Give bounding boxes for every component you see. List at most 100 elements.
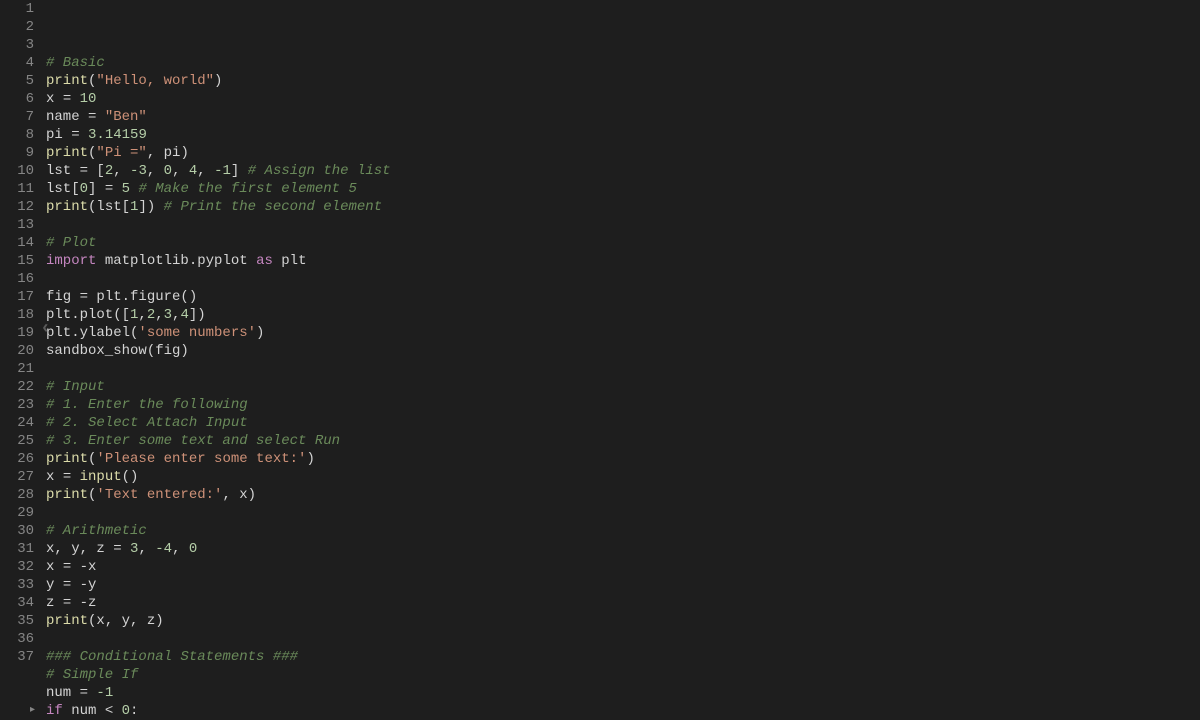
code-line[interactable]: import matplotlib.pyplot as plt <box>46 252 1200 270</box>
code-line[interactable]: plt.plot([1,2,3,4]) <box>46 306 1200 324</box>
code-token: pi <box>46 127 71 143</box>
code-token: [ <box>88 163 105 179</box>
line-number: 37 <box>0 648 34 666</box>
code-line[interactable]: lst = [2, -3, 0, 4, -1] # Assign the lis… <box>46 162 1200 180</box>
code-token: print <box>46 199 88 215</box>
code-line[interactable]: # 2. Select Attach Input <box>46 414 1200 432</box>
code-line[interactable]: # Input <box>46 378 1200 396</box>
code-token: 'Text entered:' <box>96 487 222 503</box>
code-line[interactable] <box>46 360 1200 378</box>
code-token: = <box>113 541 121 557</box>
line-number: 24 <box>0 414 34 432</box>
code-line[interactable]: print(x, y, z) <box>46 612 1200 630</box>
code-line[interactable]: # Arithmetic <box>46 522 1200 540</box>
code-token <box>71 469 79 485</box>
code-line[interactable]: x, y, z = 3, -4, 0 <box>46 540 1200 558</box>
code-token: 3.14159 <box>88 127 147 143</box>
code-line[interactable]: pi = 3.14159 <box>46 126 1200 144</box>
code-token: x <box>46 91 63 107</box>
code-line[interactable] <box>46 504 1200 522</box>
code-editor[interactable]: 1234567891011121314151617181920212223242… <box>0 0 1200 671</box>
code-line[interactable]: name = "Ben" <box>46 108 1200 126</box>
line-number: 7 <box>0 108 34 126</box>
code-token: fig <box>46 289 80 305</box>
code-token: if <box>46 703 63 719</box>
code-line[interactable]: print("Pi =", pi) <box>46 144 1200 162</box>
code-line[interactable]: print('Text entered:', x) <box>46 486 1200 504</box>
code-token: # Print the second element <box>164 199 382 215</box>
code-token: 5 <box>122 181 130 197</box>
code-line[interactable]: x = input() <box>46 468 1200 486</box>
code-line[interactable]: # 3. Enter some text and select Run <box>46 432 1200 450</box>
code-token: matplotlib.pyplot <box>96 253 256 269</box>
code-line[interactable]: y = -y <box>46 576 1200 594</box>
code-line[interactable]: # Basic <box>46 54 1200 72</box>
code-token: lst <box>46 163 80 179</box>
code-token: x <box>46 559 63 575</box>
code-line[interactable]: print('Please enter some text:') <box>46 450 1200 468</box>
code-token: 0 <box>80 181 88 197</box>
line-number: 29 <box>0 504 34 522</box>
line-number: 19 <box>0 324 34 342</box>
line-number: 16 <box>0 270 34 288</box>
code-line[interactable]: fig = plt.figure() <box>46 288 1200 306</box>
code-token: z <box>46 595 63 611</box>
code-line[interactable]: plt.ylabel('some numbers') <box>46 324 1200 342</box>
code-line[interactable]: sandbox_show(fig) <box>46 342 1200 360</box>
code-line[interactable]: # Plot <box>46 234 1200 252</box>
code-line[interactable]: num = -1 <box>46 684 1200 702</box>
code-token: import <box>46 253 96 269</box>
code-line[interactable]: # 1. Enter the following <box>46 396 1200 414</box>
code-line[interactable]: ▸if num < 0: <box>46 702 1200 720</box>
line-number: 15 <box>0 252 34 270</box>
code-token <box>80 127 88 143</box>
line-number: 1 <box>0 0 34 18</box>
code-line[interactable] <box>46 630 1200 648</box>
code-line[interactable] <box>46 216 1200 234</box>
code-token: print <box>46 73 88 89</box>
code-token <box>88 685 96 701</box>
code-line[interactable]: print(lst[1]) # Print the second element <box>46 198 1200 216</box>
code-token: ) <box>256 325 264 341</box>
code-line[interactable]: lst[0] = 5 # Make the first element 5 <box>46 180 1200 198</box>
line-number: 5 <box>0 72 34 90</box>
code-token: = <box>63 577 71 593</box>
code-line[interactable]: x = -x <box>46 558 1200 576</box>
code-token: # 3. Enter some text and select Run <box>46 433 340 449</box>
code-line[interactable]: # Simple If <box>46 666 1200 684</box>
code-line[interactable]: x = 10 <box>46 90 1200 108</box>
code-token: = <box>63 559 71 575</box>
code-token: x, y, z <box>46 541 113 557</box>
code-area[interactable]: ‹ # Basicprint("Hello, world")x = 10name… <box>42 0 1200 671</box>
code-token: 'Please enter some text:' <box>96 451 306 467</box>
code-token: , <box>197 163 214 179</box>
fold-caret-icon[interactable]: ▸ <box>30 702 35 720</box>
line-number: 23 <box>0 396 34 414</box>
line-number: 25 <box>0 432 34 450</box>
code-token: -1 <box>214 163 231 179</box>
code-token: num <box>46 685 80 701</box>
code-token: ]) <box>189 307 206 323</box>
code-token: = <box>80 289 88 305</box>
code-token: () <box>122 469 139 485</box>
code-token <box>71 91 79 107</box>
code-token: , <box>172 163 189 179</box>
code-token: 0 <box>189 541 197 557</box>
line-number: 35 <box>0 612 34 630</box>
fold-chevron-icon[interactable]: ‹ <box>40 320 51 338</box>
code-token: -y <box>71 577 96 593</box>
code-token: = <box>71 127 79 143</box>
code-line[interactable] <box>46 270 1200 288</box>
line-number: 36 <box>0 630 34 648</box>
code-token: 10 <box>80 91 97 107</box>
code-token: (lst[ <box>88 199 130 215</box>
code-line[interactable]: ### Conditional Statements ### <box>46 648 1200 666</box>
code-token: 0 <box>122 703 130 719</box>
code-line[interactable]: z = -z <box>46 594 1200 612</box>
code-line[interactable]: print("Hello, world") <box>46 72 1200 90</box>
line-number: 4 <box>0 54 34 72</box>
code-token: "Pi =" <box>96 145 146 161</box>
code-token: ### Conditional Statements ### <box>46 649 298 665</box>
line-number: 27 <box>0 468 34 486</box>
code-token: , x) <box>222 487 256 503</box>
